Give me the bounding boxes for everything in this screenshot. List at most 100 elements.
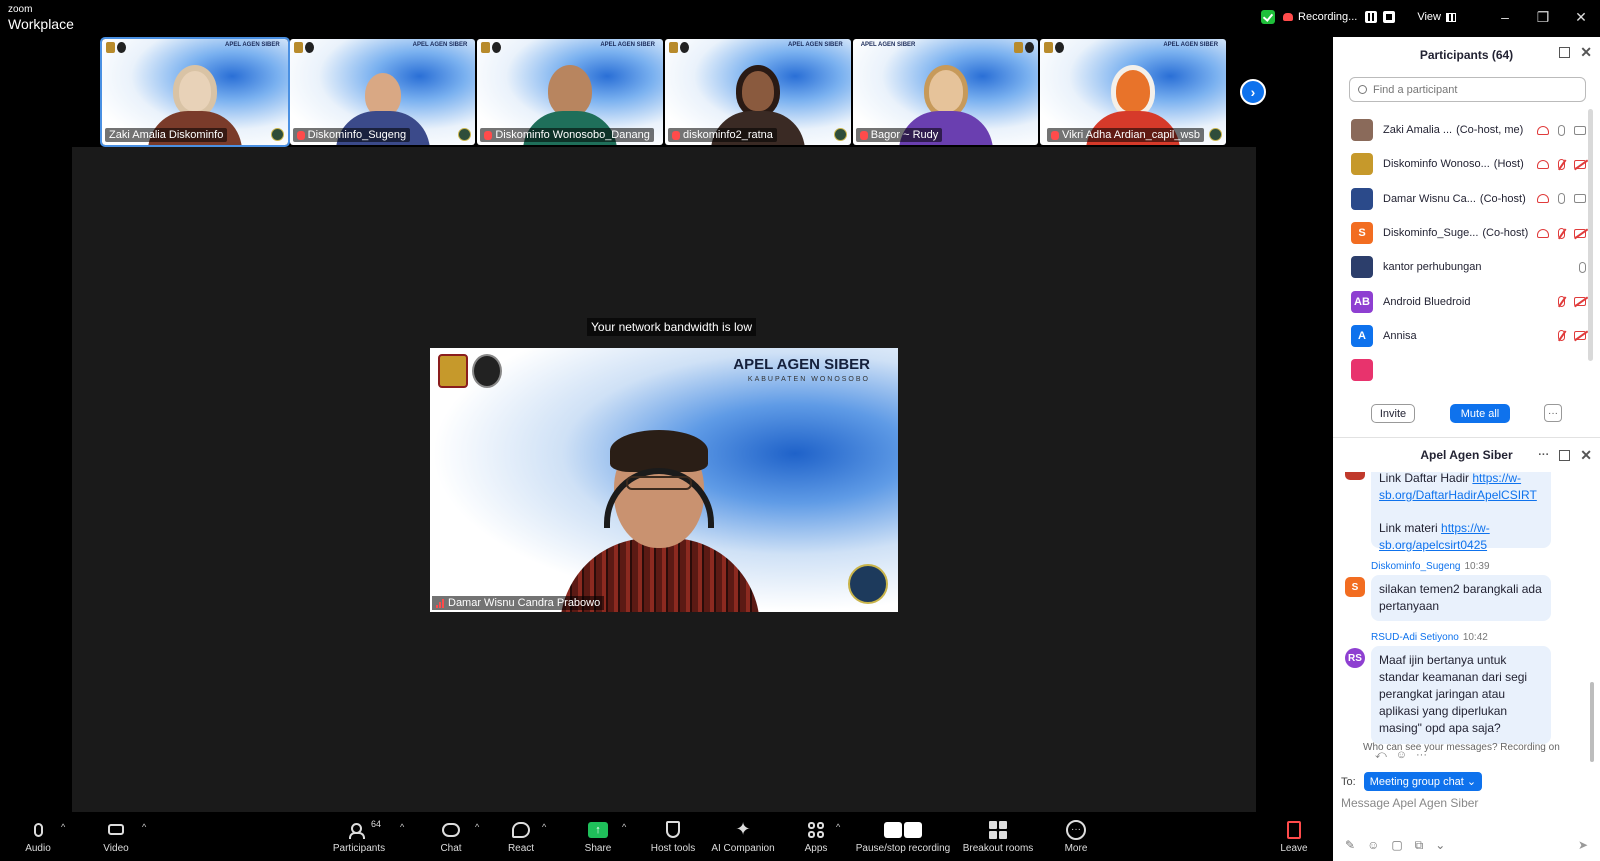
participant-row[interactable]: Zaki Amalia ... (Co-host, me)	[1333, 113, 1600, 147]
video-tile[interactable]: APEL AGEN SIBER Vikri Adha Ardian_capil_…	[1040, 39, 1227, 145]
format-icon[interactable]: ✎	[1345, 838, 1355, 853]
camera-off-icon[interactable]	[1574, 228, 1586, 238]
chat-scrollbar[interactable]	[1590, 682, 1594, 762]
mic-icon[interactable]	[1579, 261, 1586, 273]
video-tile[interactable]: APEL AGEN SIBER Diskominfo_Sugeng	[289, 39, 476, 145]
ai-companion-button[interactable]: ✦ AI Companion	[710, 812, 776, 861]
camera-off-icon[interactable]	[1574, 159, 1586, 169]
chat-header: Apel Agen Siber ··· ✕	[1333, 438, 1600, 472]
breakout-rooms-label: Breakout rooms	[962, 842, 1034, 854]
popout-icon[interactable]	[1559, 47, 1571, 58]
screenshot-icon[interactable]: ⧉	[1415, 838, 1424, 853]
mic-icon[interactable]	[1558, 193, 1565, 205]
share-button[interactable]: ↑ Share	[582, 812, 614, 861]
pause-stop-recording-button[interactable]: Pause/stop recording	[854, 812, 952, 861]
message-visibility-note[interactable]: Who can see your messages? Recording on	[1363, 742, 1560, 753]
pause-recording-icon[interactable]	[1365, 11, 1378, 23]
chat-message-input[interactable]: Message Apel Agen Siber	[1341, 796, 1478, 810]
video-tile[interactable]: APEL AGEN SIBER Bagor ~ Rudy	[852, 39, 1039, 145]
close-icon[interactable]: ✕	[1580, 45, 1592, 59]
react-heart-icon	[512, 821, 530, 838]
popout-icon[interactable]	[1559, 449, 1571, 461]
participant-list-scrollbar[interactable]	[1588, 109, 1593, 361]
mic-muted-icon[interactable]	[1558, 158, 1565, 170]
close-window-button[interactable]: ✕	[1562, 0, 1600, 34]
chat-avatar: RS	[1345, 648, 1365, 668]
video-tile[interactable]: APEL AGEN SIBER Zaki Amalia Diskominfo	[100, 37, 290, 147]
participant-name: Damar Wisnu Ca... (Co-host)	[1383, 192, 1526, 205]
participant-row[interactable]: kantor perhubungan	[1333, 250, 1600, 284]
mic-muted-icon[interactable]	[1558, 330, 1565, 342]
audio-button[interactable]: Audio	[20, 812, 56, 861]
video-options-caret-icon[interactable]: ^	[142, 822, 146, 832]
org-badge-icon	[1209, 128, 1223, 141]
participant-search-input[interactable]: Find a participant	[1349, 77, 1586, 102]
host-tools-label: Host tools	[650, 842, 696, 854]
weak-signal-icon	[436, 598, 444, 608]
participants-button[interactable]: 64 Participants	[326, 812, 392, 861]
camera-off-icon[interactable]	[1574, 331, 1586, 341]
recording-share-icon	[1537, 228, 1549, 238]
stop-recording-icon[interactable]	[1383, 11, 1396, 23]
emoji-icon[interactable]: ☺	[1367, 838, 1379, 853]
participant-avatar: AB	[1351, 290, 1373, 313]
recipient-dropdown[interactable]: Meeting group chat ⌄	[1363, 772, 1483, 791]
react-button[interactable]: React	[506, 812, 536, 861]
participant-row[interactable]: AB Android Bluedroid	[1333, 284, 1600, 318]
chat-button[interactable]: Chat	[436, 812, 466, 861]
apps-button[interactable]: Apps	[804, 812, 828, 861]
view-grid-icon[interactable]	[1446, 12, 1456, 22]
leave-button[interactable]: Leave	[1278, 812, 1310, 861]
recording-status[interactable]: Recording...	[1298, 11, 1357, 23]
recording-cloud-icon	[1283, 13, 1294, 21]
participant-row[interactable]: A Annisa	[1333, 319, 1600, 353]
camera-off-icon[interactable]	[1574, 297, 1586, 307]
breakout-rooms-button[interactable]: Breakout rooms	[962, 812, 1034, 861]
next-page-chevron-icon[interactable]: ›	[1240, 79, 1266, 105]
camera-icon[interactable]	[1574, 194, 1586, 204]
leave-label: Leave	[1280, 842, 1308, 854]
message-sender[interactable]: RSUD-Adi Setiyono 10:42	[1371, 632, 1488, 643]
more-button[interactable]: ··· More	[1060, 812, 1092, 861]
camera-icon[interactable]	[1574, 125, 1586, 135]
mic-muted-icon[interactable]	[1558, 296, 1565, 308]
tile-name-label: diskominfo2_ratna	[668, 128, 777, 142]
minimize-button[interactable]: –	[1486, 0, 1524, 34]
chat-options-caret-icon[interactable]: ^	[475, 822, 479, 832]
active-speaker-video[interactable]: APEL AGEN SIBER KABUPATEN WONOSOBO Damar…	[430, 348, 898, 612]
send-icon[interactable]: ➤	[1578, 838, 1588, 852]
participant-avatar	[1351, 119, 1373, 142]
invite-button[interactable]: Invite	[1371, 404, 1415, 423]
more-compose-icon[interactable]: ⌄	[1435, 838, 1445, 853]
close-icon[interactable]: ✕	[1580, 448, 1592, 462]
participant-status	[1558, 330, 1586, 342]
participants-more-button[interactable]: ···	[1544, 404, 1562, 422]
chat-more-icon[interactable]: ···	[1538, 449, 1549, 461]
video-tile[interactable]: APEL AGEN SIBER diskominfo2_ratna	[665, 39, 851, 145]
file-icon[interactable]: ▢	[1391, 838, 1402, 853]
message-sender[interactable]: Diskominfo_Sugeng 10:39	[1371, 561, 1490, 572]
mute-all-button[interactable]: Mute all	[1450, 404, 1510, 423]
audio-options-caret-icon[interactable]: ^	[61, 822, 65, 832]
participant-row[interactable]: Damar Wisnu Ca... (Co-host)	[1333, 182, 1600, 216]
share-options-caret-icon[interactable]: ^	[622, 822, 626, 832]
video-tile[interactable]: APEL AGEN SIBER Diskominfo Wonosobo_Dana…	[477, 39, 664, 145]
tile-name-label: Vikri Adha Ardian_capil_wsb	[1047, 128, 1205, 142]
mic-muted-icon[interactable]	[1558, 227, 1565, 239]
apps-options-caret-icon[interactable]: ^	[836, 822, 840, 832]
maximize-button[interactable]: ❐	[1524, 0, 1562, 34]
security-shield-icon[interactable]	[1261, 10, 1276, 24]
participant-row[interactable]: S Diskominfo_Suge... (Co-host)	[1333, 216, 1600, 250]
react-options-caret-icon[interactable]: ^	[542, 822, 546, 832]
participant-row[interactable]: Diskominfo Wonoso... (Host)	[1333, 147, 1600, 181]
tile-tag: APEL AGEN SIBER	[224, 42, 280, 48]
zoom-window: zoom Workplace Recording... View – ❐ ✕ A…	[0, 0, 1600, 861]
mic-icon[interactable]	[1558, 124, 1565, 136]
view-menu[interactable]: View	[1417, 11, 1441, 23]
video-button[interactable]: Video	[96, 812, 136, 861]
participant-name: kantor perhubungan	[1383, 261, 1482, 274]
host-tools-button[interactable]: Host tools	[648, 812, 698, 861]
participant-name: Annisa	[1383, 329, 1417, 342]
participants-options-caret-icon[interactable]: ^	[400, 822, 404, 832]
participant-row[interactable]	[1333, 353, 1600, 387]
